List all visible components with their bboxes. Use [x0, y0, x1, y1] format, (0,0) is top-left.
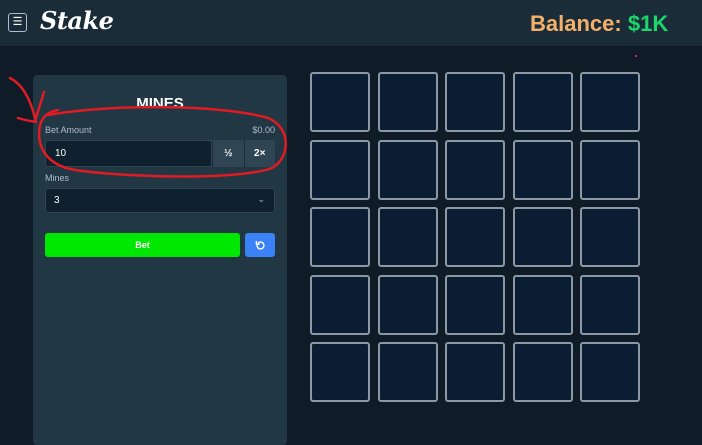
- mine-tile[interactable]: [310, 139, 370, 200]
- bet-amount-input[interactable]: 10: [46, 141, 211, 166]
- bet-panel: MINES Bet Amount $0.00 10 ½ 2× Mines 3 ⌄…: [33, 75, 287, 445]
- stake-logo[interactable]: Stake: [40, 6, 114, 35]
- mines-grid: [310, 72, 640, 402]
- mines-select[interactable]: 3 ⌄: [45, 188, 275, 213]
- mine-tile[interactable]: [445, 207, 505, 267]
- mine-tile[interactable]: [310, 274, 370, 335]
- bet-amount-label: Bet Amount: [45, 125, 92, 135]
- mine-tile[interactable]: [377, 207, 438, 267]
- mine-tile[interactable]: [445, 274, 505, 335]
- mine-tile[interactable]: [377, 342, 438, 402]
- bet-button[interactable]: Bet: [45, 233, 240, 257]
- mine-tile[interactable]: [512, 342, 573, 402]
- mine-tile[interactable]: [377, 72, 438, 132]
- mine-tile[interactable]: [580, 72, 640, 132]
- mine-tile[interactable]: [580, 342, 640, 402]
- half-bet-button[interactable]: ½: [212, 140, 244, 167]
- menu-button[interactable]: ☰: [8, 13, 27, 32]
- balance-label: Balance:: [530, 11, 622, 36]
- mines-value: 3: [54, 195, 60, 206]
- double-bet-button[interactable]: 2×: [243, 140, 276, 167]
- mine-tile[interactable]: [445, 72, 505, 132]
- reset-button[interactable]: [245, 233, 275, 257]
- top-bar: ☰ Stake Balance: $1K: [0, 0, 702, 46]
- balance-display: Balance: $1K: [530, 11, 668, 37]
- mine-tile[interactable]: [377, 274, 438, 335]
- mine-tile[interactable]: [310, 342, 370, 402]
- mine-tile[interactable]: [310, 72, 370, 132]
- menu-icon: ☰: [12, 16, 23, 28]
- bet-amount-usd: $0.00: [252, 125, 275, 135]
- mine-tile[interactable]: [377, 139, 438, 200]
- refresh-icon: [255, 240, 265, 250]
- balance-value: $1K: [627, 11, 669, 36]
- game-title: MINES: [136, 95, 184, 112]
- mine-tile[interactable]: [512, 207, 573, 267]
- mine-tile[interactable]: [445, 139, 505, 200]
- mine-tile[interactable]: [580, 207, 640, 267]
- bet-amount-group: 10 ½ 2×: [45, 140, 275, 167]
- mine-tile[interactable]: [512, 139, 573, 200]
- mines-label: Mines: [45, 173, 70, 183]
- chevron-down-icon: ⌄: [257, 194, 265, 204]
- mine-tile[interactable]: [580, 139, 640, 200]
- mine-tile[interactable]: [512, 274, 573, 335]
- mine-tile[interactable]: [310, 207, 370, 267]
- decorative-dot: [635, 55, 637, 57]
- mine-tile[interactable]: [512, 72, 573, 132]
- mine-tile[interactable]: [445, 342, 505, 402]
- mine-tile[interactable]: [580, 274, 640, 335]
